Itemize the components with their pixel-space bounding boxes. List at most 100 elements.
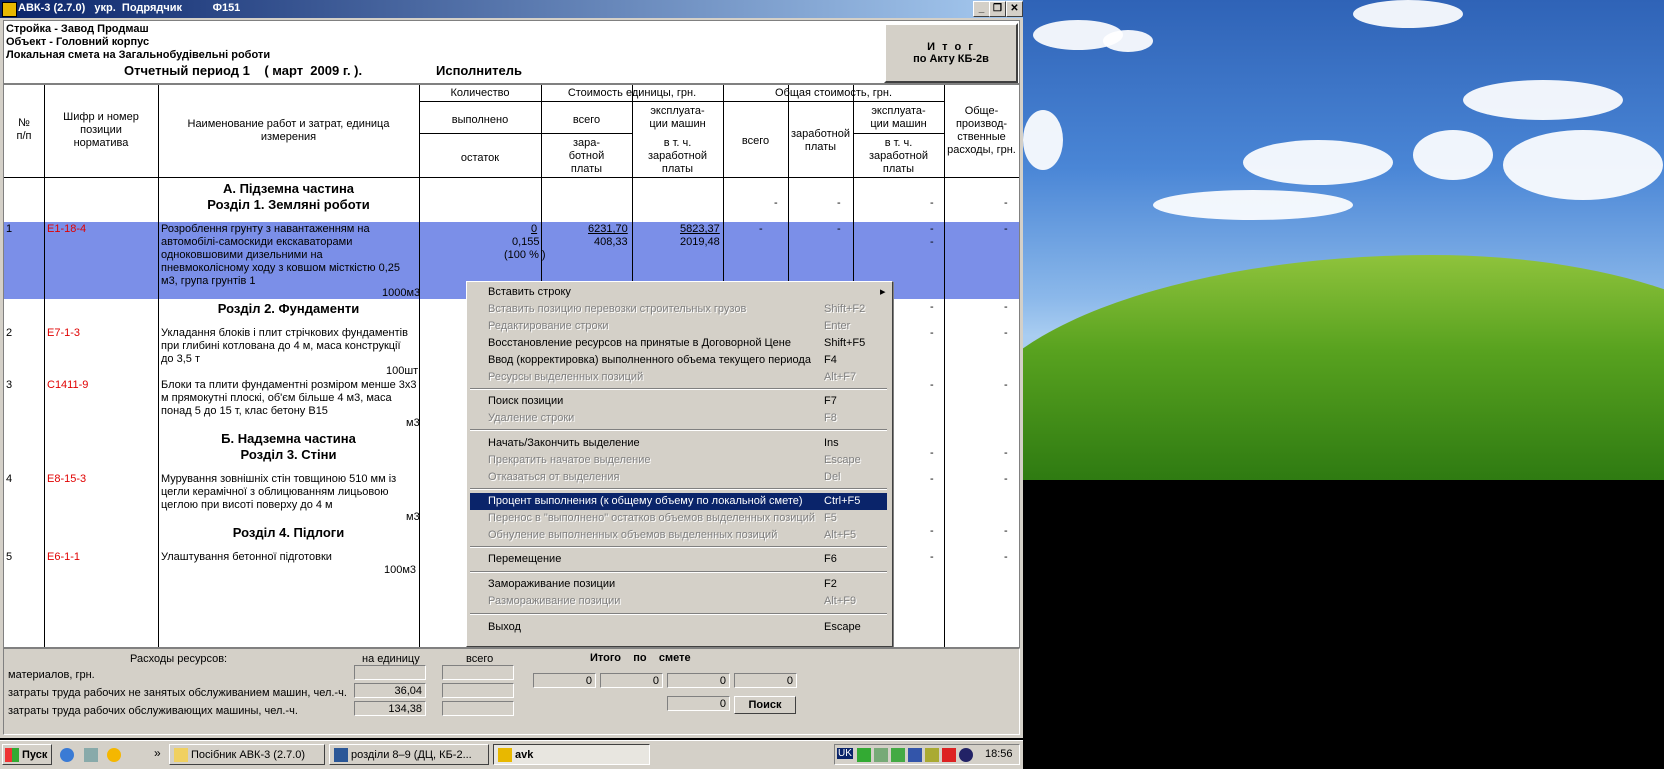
section-b-title: Б. Надземна частина: [221, 431, 356, 446]
col-unit-wage: зара- ботной платы: [568, 137, 605, 175]
desktop-wallpaper: [1023, 0, 1664, 480]
menu-shortcut: Escape: [824, 621, 861, 633]
menu-item-delete-row[interactable]: Удаление строки F8: [470, 410, 887, 427]
row-1-total-wage: -: [837, 223, 841, 235]
tray-app-icon[interactable]: [925, 748, 939, 762]
menu-separator: [470, 388, 887, 390]
task-posibnyk[interactable]: Посібник АВК-3 (2.7.0): [169, 744, 325, 765]
col-total-wage: заработной платы: [791, 128, 850, 153]
section-a-title: А. Підземна частина: [222, 181, 355, 196]
menu-shortcut: Ctrl+F5: [824, 495, 861, 507]
menu-item-restore-resources[interactable]: Восстановление ресурсов на принятые в До…: [470, 335, 887, 352]
menu-item-exit[interactable]: Выход Escape: [470, 619, 887, 636]
col-name: Наименование работ и затрат, единица изм…: [187, 118, 390, 143]
row-5-code[interactable]: Е6-1-1: [47, 551, 80, 564]
quicklaunch-chevron-icon[interactable]: »: [154, 746, 161, 760]
row-1-unit-mach-wage: 2019,48: [680, 236, 720, 248]
row-1-qty-done[interactable]: 0: [531, 223, 537, 236]
avk-app-icon: [498, 748, 512, 763]
menu-item-edit-row[interactable]: Редактирование строки Enter: [470, 318, 887, 335]
col-total-cost: Общая стоимость, грн.: [774, 87, 893, 99]
menu-item-cancel-selection[interactable]: Отказаться от выделения Del: [470, 469, 887, 486]
menu-item-stop-selection[interactable]: Прекратить начатое выделение Escape: [470, 452, 887, 469]
row-1-name: Розроблення грунту з навантаженням на ав…: [161, 223, 400, 287]
search-button[interactable]: Поиск: [734, 696, 796, 714]
folder-icon: [174, 748, 188, 763]
menu-item-find-position[interactable]: Поиск позиции F7: [470, 393, 887, 410]
tray-app-icon[interactable]: [959, 748, 973, 762]
menu-label: Перенос в "выполнено" остатков объемов в…: [488, 512, 815, 524]
section-2-title: Розділ 2. Фундаменти: [217, 301, 360, 316]
task-rozdily[interactable]: розділи 8–9 (ДЦ, КБ-2...: [329, 744, 489, 765]
menu-shortcut: F7: [824, 395, 837, 407]
close-button[interactable]: ✕: [1006, 1, 1023, 17]
menu-item-transfer-remainder[interactable]: Перенос в "выполнено" остатков объемов в…: [470, 510, 887, 527]
header-line-2: Объект - Головний корпус: [6, 36, 150, 48]
menu-item-move[interactable]: Перемещение F6: [470, 551, 887, 568]
task-label: avk: [515, 749, 534, 761]
dash: -: [1004, 551, 1008, 563]
menu-item-selected-resources[interactable]: Ресурсы выделенных позиций Alt+F7: [470, 369, 887, 386]
task-avk[interactable]: avk: [493, 744, 650, 765]
row-4-code[interactable]: Е8-15-3: [47, 473, 86, 486]
task-label: розділи 8–9 (ДЦ, КБ-2...: [351, 749, 472, 761]
row-1-unit-mach: 5823,37: [680, 223, 720, 235]
row-2-code[interactable]: Е7-1-3: [47, 327, 80, 340]
word-doc-icon: [334, 748, 348, 763]
labor-not-mach-per-unit: 36,04: [354, 683, 426, 698]
menu-shortcut: Shift+F5: [824, 337, 866, 349]
itogo-field-1: 0: [533, 673, 596, 688]
ie-icon[interactable]: [60, 748, 74, 762]
menu-label: Обнуление выполненных объемов выделенных…: [488, 529, 778, 541]
title-bar[interactable]: АВК-3 (2.7.0) укр. Подрядчик Ф151 _ ❐ ✕: [0, 0, 1023, 18]
menu-shortcut: Alt+F5: [824, 529, 857, 541]
menu-item-reset-volumes[interactable]: Обнуление выполненных объемов выделенных…: [470, 527, 887, 544]
col-unit-all: всего: [572, 114, 601, 126]
materials-label: материалов, грн.: [8, 669, 95, 681]
desktop-icon[interactable]: [84, 748, 98, 762]
menu-item-toggle-selection[interactable]: Начать/Закончить выделение Ins: [470, 435, 887, 452]
row-1-code[interactable]: Е1-18-4: [47, 223, 86, 236]
task-label: Посібник АВК-3 (2.7.0): [191, 749, 306, 761]
media-player-icon[interactable]: [107, 748, 121, 762]
menu-item-freeze[interactable]: Замораживание позиции F2: [470, 576, 887, 593]
row-5-unit: 100м3: [384, 564, 417, 576]
dash: -: [1004, 301, 1008, 313]
row-5-num: 5: [6, 551, 13, 563]
itog-kb2v-button[interactable]: И т о г по Акту КБ-2в: [884, 23, 1018, 83]
dash: -: [930, 525, 934, 537]
menu-label: Замораживание позиции: [488, 578, 616, 590]
menu-item-enter-volume[interactable]: Ввод (корректировка) выполненного объема…: [470, 352, 887, 369]
row-4-unit: м3: [406, 511, 420, 523]
language-indicator[interactable]: UK: [837, 748, 853, 759]
dash: -: [1004, 525, 1008, 537]
menu-item-insert-row[interactable]: Вставить строку ▸: [470, 284, 887, 301]
col-qty: Количество: [450, 87, 510, 99]
tray-app-icon[interactable]: [942, 748, 956, 762]
menu-label: Процент выполнения (к общему объему по л…: [488, 495, 803, 507]
tray-app-icon[interactable]: [857, 748, 871, 762]
row-1-qty-pct: (100 % ): [504, 249, 546, 261]
tray-app-icon[interactable]: [908, 748, 922, 762]
start-label: Пуск: [22, 749, 48, 761]
menu-shortcut: F8: [824, 412, 837, 424]
header-line-1: Стройка - Завод Продмаш: [6, 23, 149, 35]
dash: -: [1004, 447, 1008, 459]
tray-app-icon[interactable]: [874, 748, 888, 762]
menu-item-percent-complete[interactable]: Процент выполнения (к общему объему по л…: [470, 493, 887, 510]
minimize-button[interactable]: _: [973, 1, 990, 17]
clock[interactable]: 18:56: [985, 748, 1013, 760]
dash: -: [1004, 379, 1008, 391]
menu-item-insert-transport[interactable]: Вставить позицию перевозки строительных …: [470, 301, 887, 318]
start-button[interactable]: Пуск: [2, 744, 52, 765]
labor-mach-per-unit: 134,38: [354, 701, 426, 716]
dash: -: [930, 327, 934, 339]
maximize-button[interactable]: ❐: [989, 1, 1006, 17]
itogo-field-5: 0: [667, 696, 730, 711]
menu-item-unfreeze[interactable]: Размораживание позиции Alt+F9: [470, 593, 887, 610]
menu-separator: [470, 571, 887, 573]
header-line-3: Локальная смета на Загальнобудівельні ро…: [6, 49, 271, 61]
menu-shortcut: Enter: [824, 320, 851, 332]
row-3-code[interactable]: С1411-9: [47, 379, 88, 392]
tray-app-icon[interactable]: [891, 748, 905, 762]
